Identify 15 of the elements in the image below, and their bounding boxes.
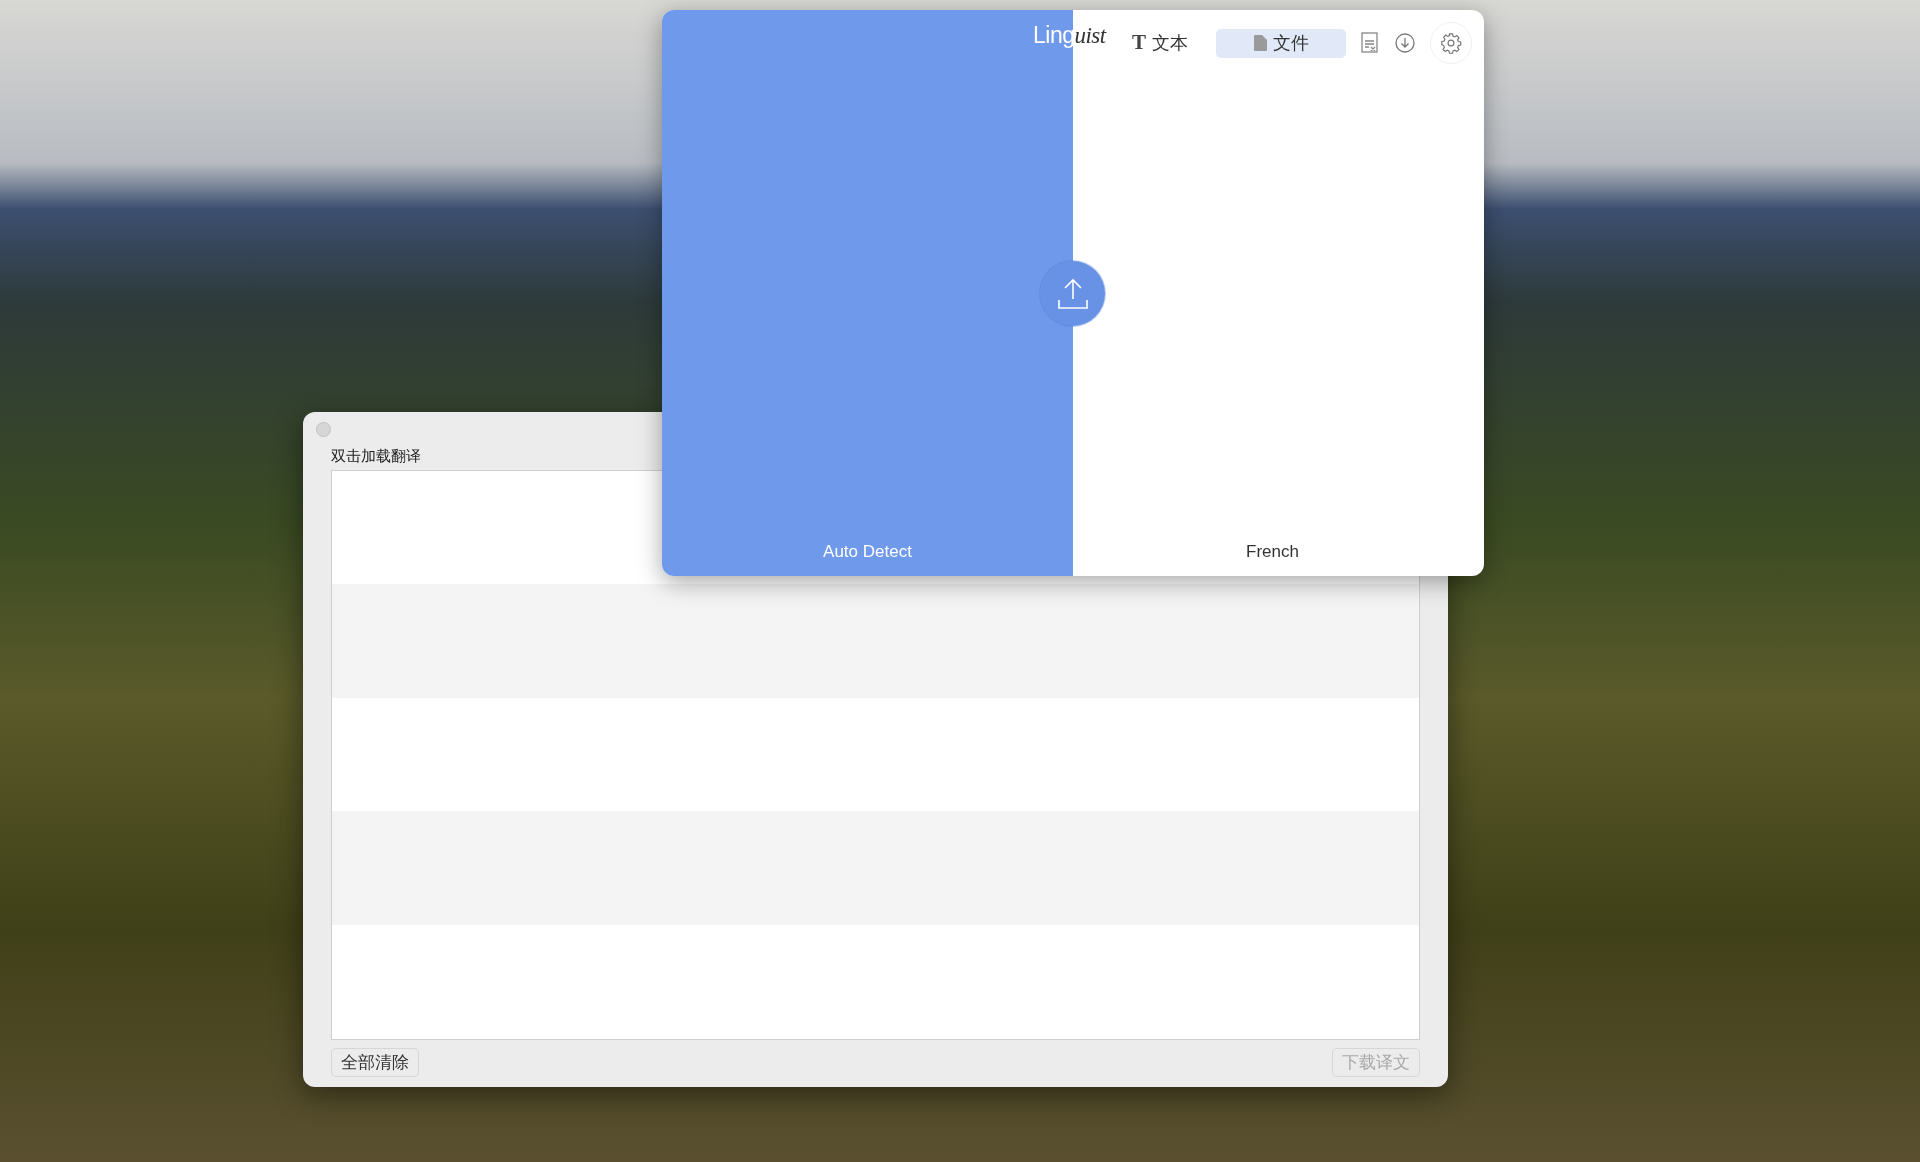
document-list-icon: [1360, 32, 1380, 54]
upload-icon: [1055, 277, 1090, 310]
download-button[interactable]: [1394, 32, 1416, 54]
text-icon: T: [1132, 27, 1146, 59]
target-language[interactable]: French: [1246, 541, 1299, 561]
window-title: 双击加载翻译: [331, 446, 422, 466]
download-icon: [1394, 32, 1416, 54]
logo-italic-text: uist: [1074, 23, 1106, 48]
mode-tab[interactable]: T 文本: [1118, 26, 1202, 60]
logo-text: Ling: [1033, 22, 1075, 48]
settings-icon: [1440, 32, 1462, 54]
mode-tab[interactable]: 文件: [1216, 28, 1346, 58]
document-icon: [1253, 35, 1267, 51]
clear-all-button[interactable]: 全部清除: [331, 1047, 419, 1077]
document-list-button[interactable]: [1360, 32, 1380, 54]
